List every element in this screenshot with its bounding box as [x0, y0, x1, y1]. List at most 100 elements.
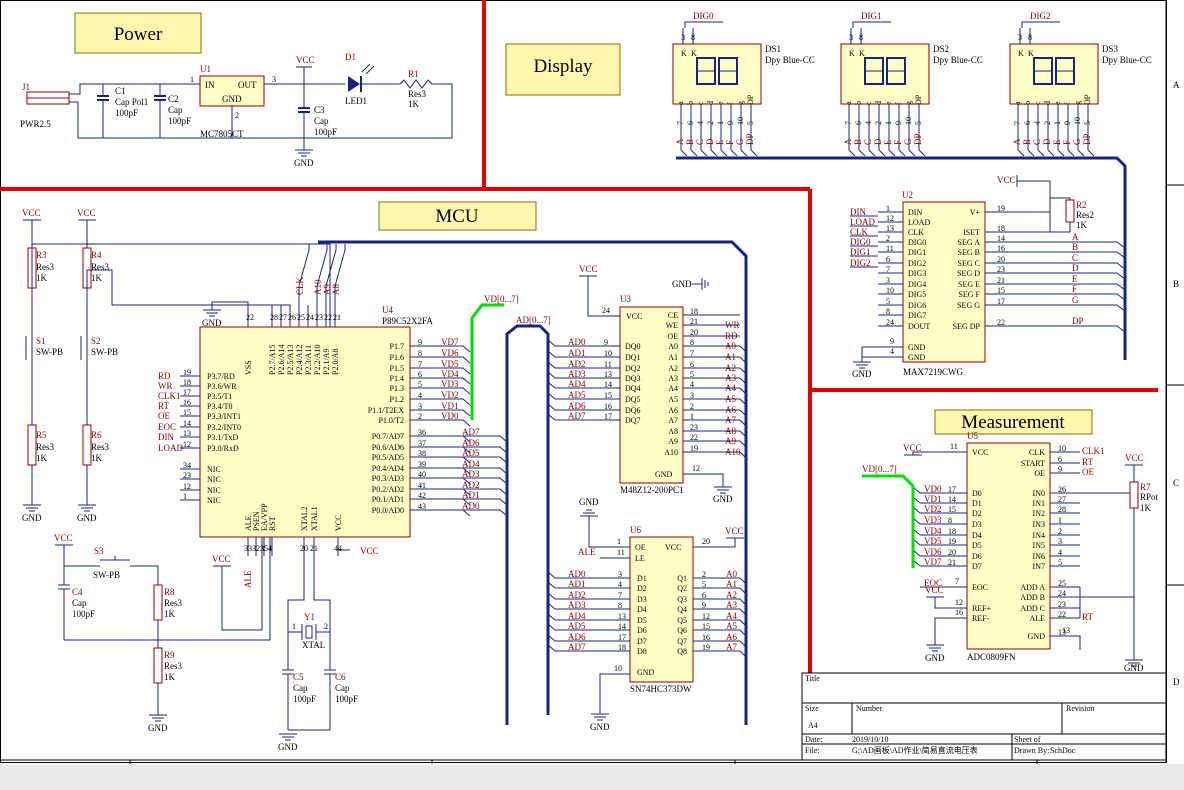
display-digit-2[interactable]: DIG2DS3Dpy Blue-CC3K8Ka7Ab6Bc4Cd2De1Ef9F…	[1009, 11, 1152, 157]
u4-right-name-0: P1.7	[390, 342, 404, 351]
display-digit-0[interactable]: DIG0DS1Dpy Blue-CC3K8Ka7Ab6Bc4Cd2De1Ef9F…	[672, 11, 815, 157]
u4-top-pin-0: 22	[246, 313, 254, 322]
crystal-y1[interactable]: Y11 2XTALC5Cap100pFC6Cap100pFGND	[278, 556, 358, 752]
c3-value: 100pF	[314, 127, 337, 137]
digit-2-segpin-3: 2	[1043, 121, 1052, 125]
c2-type: Cap	[168, 105, 183, 115]
u2-gnd-symbol: GND	[852, 346, 903, 379]
u2-gnd-name-1: GND	[908, 353, 926, 362]
power-gnd-label: GND	[294, 158, 314, 168]
u5-left-net-1: VD1	[924, 494, 942, 504]
u4-right-net-10: AD5	[462, 448, 480, 458]
crystal-gnd: GND	[278, 742, 298, 752]
u2-right-net-5: D	[1072, 263, 1079, 273]
u2-left-pin-4: 11	[886, 244, 894, 253]
u6-left-net-1: AD1	[568, 579, 586, 589]
power-gnd-symbol: GND	[294, 149, 314, 168]
regulator-u1[interactable]: U1 IN OUT GND 1 3 2 MC7805CT	[190, 64, 276, 139]
capacitor-c2[interactable]: C2 Cap 100pF	[154, 84, 191, 138]
r8-ref: R8	[164, 587, 175, 597]
u4-top-pin-8: 21	[333, 313, 341, 322]
u6-gnd-name: GND	[637, 668, 655, 677]
u6-right-name-3: Q4	[677, 605, 687, 614]
u5-eoc-pin: 7	[955, 577, 959, 586]
measurement-title-box: Measurement	[934, 409, 1093, 435]
power-vcc-label: VCC	[296, 55, 315, 65]
u3-left-name-6: DQ6	[625, 406, 641, 415]
u5-right-name-6: IN3	[1033, 520, 1045, 529]
switch-column-1[interactable]: VCCR4Res31KS2SW-PBR6Res31KGND	[77, 208, 118, 523]
u2-left-pin-5: 6	[886, 255, 890, 264]
u6-left-net-4: AD4	[568, 611, 586, 621]
u3-right-net-7: A4	[725, 383, 736, 393]
u5-right-pin-6: 1	[1058, 516, 1062, 525]
led-d1[interactable]: D1 LED1	[345, 52, 375, 106]
switch-1-type: SW-PB	[91, 347, 118, 357]
digit-2-segnet-6: G	[1072, 138, 1082, 145]
digit-1-segpin-7: 5	[914, 121, 923, 125]
u6-right-name-7: Q8	[677, 647, 687, 656]
u4-top-net-0: CLK	[295, 276, 305, 295]
y1-type: XTAL	[302, 640, 325, 650]
u6-left-pin-2: 7	[618, 591, 622, 600]
u3-gnd-bottom-label: GND	[713, 494, 733, 504]
u4-right-name-10: P0.5/AD5	[372, 453, 404, 462]
u4-left-net-2: CLK1	[158, 391, 181, 401]
crystal-c6-val: 100pF	[335, 694, 358, 704]
crystal-c6-ref: C6	[335, 672, 346, 682]
reset-switch-s3[interactable]: VCCS3SW-PBC4Cap100pFR8Res31KR9Res31KGND	[54, 533, 271, 733]
latch-u6[interactable]: U6 SN74HC373DW OELE111GNDALE VCC20VCCGND1…	[547, 497, 747, 732]
u3-left-net-4: AD4	[568, 379, 586, 389]
u6-left-net-6: AD6	[568, 632, 586, 642]
u6-ref: U6	[630, 525, 641, 535]
digit-1-segnet-4: E	[883, 139, 893, 145]
digit-0-segpin-7: 5	[746, 121, 755, 125]
adc-u5[interactable]: U5 ADC0809FN VCC VCC11D017VD0D114VD1D215V…	[862, 431, 1159, 673]
switch-column-0[interactable]: VCCR3Res31KS1SW-PBR5Res31KGND	[22, 208, 63, 523]
u5-gnd-pin: 13	[1062, 626, 1070, 635]
u6-left-net-5: AD5	[568, 621, 586, 631]
digit-1-segpin-2: 4	[864, 121, 873, 125]
power-vcc-symbol: VCC	[296, 55, 315, 84]
capacitor-c3[interactable]: C3 Cap 100pF	[298, 84, 337, 150]
digit-1-segpin-3: 2	[874, 121, 883, 125]
max7219-driver[interactable]: U2 MAX7219CWG DIN1DINLOAD12LOADCLK13CLKD…	[850, 175, 1126, 379]
digit-0-segpin-3: 2	[706, 121, 715, 125]
u5-left-name-7: D7	[972, 562, 982, 571]
u3-right-name-5: A2	[668, 364, 678, 373]
mcu-u4[interactable]: U4 P89C52X2FA 22VSS28P2.7/A1527P2.6/A142…	[158, 244, 508, 588]
jack-j1[interactable]: J1 PWR2.5	[20, 82, 70, 129]
potentiometer-r7[interactable]: VCC R7 RPot 1K GND	[1124, 453, 1159, 673]
u2-left-name-1: LOAD	[908, 218, 930, 227]
u3-left-pin-2: 11	[604, 360, 612, 369]
c4-value: 100pF	[72, 609, 95, 619]
u5-right-pin-8: 3	[1058, 537, 1062, 546]
u6-gnd-top-label: GND	[579, 497, 599, 507]
tb-date: Date:	[805, 735, 822, 744]
u4-bottom-pin-3: 4	[268, 544, 272, 553]
u3-left-name-0: DQ0	[625, 342, 641, 351]
u5-right-name-13: ADD C	[1020, 604, 1045, 613]
u2-type: MAX7219CWG	[903, 367, 963, 377]
display-digit-1[interactable]: DIG1DS2Dpy Blue-CC3K8Ka7Ab6Bc4Cd2De1Ef9F…	[840, 11, 983, 157]
u6-left-name-7: D8	[637, 647, 647, 656]
r2-ref: R2	[1076, 200, 1087, 210]
u2-left-pin-11: 24	[886, 318, 894, 327]
digit-0-top-pin-1: 8	[691, 33, 695, 42]
capacitor-c1[interactable]: C1 Cap Pol1 100pF	[97, 84, 148, 138]
u5-vcc-pin: 11	[950, 442, 958, 451]
u4-right-net-0: VD7	[441, 337, 459, 347]
u2-right-net-9: DP	[1072, 316, 1084, 326]
c2-value: 100pF	[168, 116, 191, 126]
u5-right-name-8: IN5	[1033, 541, 1045, 550]
u4-bottom-pin-0: 33	[244, 544, 252, 553]
digit-0-segnet-6: G	[735, 138, 745, 145]
digit-2-segpin-1: 6	[1023, 121, 1032, 125]
bottom-strip	[0, 764, 1184, 790]
digit-0-segpin-2: 4	[696, 121, 705, 125]
u4-right-pin-4: 5	[418, 380, 422, 389]
ram-u3[interactable]: U3 M48Z12-200PC1 DQ0 9 AD0 DQ1 10 AD1 DQ2 11 AD2…	[547, 264, 747, 504]
u4-left-pin-0: 19	[183, 368, 191, 377]
u2-left-pin-3: 2	[886, 234, 890, 243]
digit-2-type: Dpy Blue-CC	[1102, 55, 1152, 65]
